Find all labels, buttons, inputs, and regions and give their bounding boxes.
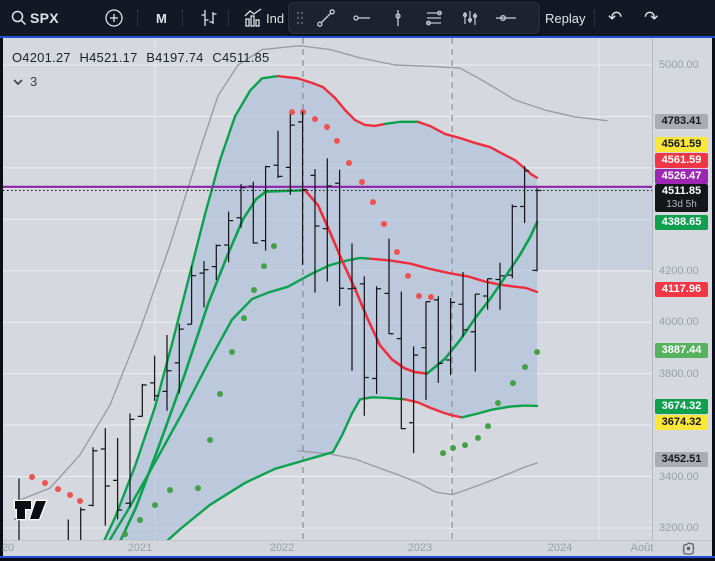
- band-fill: [104, 76, 537, 540]
- compare-add-icon[interactable]: [104, 0, 124, 36]
- bottom-accent-line: [0, 556, 715, 558]
- chart-area[interactable]: O4201.27 H4521.17 B4197.74 C4511.85 3: [3, 38, 652, 540]
- search-icon[interactable]: [10, 0, 28, 36]
- tradingview-logo[interactable]: [11, 495, 53, 528]
- hidden-indicator-count: 3: [30, 74, 38, 89]
- price-axis-label: 5000.00: [659, 59, 699, 71]
- current-price-badge: 4511.85 13d 5h: [655, 183, 708, 212]
- parallel-lines-icon[interactable]: [417, 4, 451, 32]
- price-badge: 3674.32: [655, 398, 708, 414]
- price-axis-label: 4000.00: [659, 316, 699, 329]
- toolbar-separator: [594, 9, 595, 27]
- horizontal-line-icon[interactable]: [345, 4, 379, 32]
- price-badge: 4526.47: [655, 168, 708, 184]
- price-badge: 3887.44: [655, 342, 708, 358]
- price-axis-label: 3800.00: [659, 367, 699, 380]
- settings-gear-icon[interactable]: [681, 541, 696, 561]
- bar-style-icon[interactable]: [198, 0, 220, 36]
- interval-button[interactable]: M: [156, 0, 167, 36]
- undo-icon[interactable]: ↶: [608, 0, 622, 36]
- indicator-collapse-row[interactable]: 3: [12, 74, 37, 89]
- time-axis-label: 2024: [547, 542, 573, 554]
- time-axis-label: 2022: [269, 542, 295, 554]
- price-badge: 4561.59: [655, 136, 708, 152]
- time-axis-label: 20: [1, 542, 15, 554]
- chevron-down-icon: [13, 78, 23, 85]
- toolbar-separator: [182, 9, 183, 27]
- price-badge: 4117.96: [655, 281, 708, 297]
- bar-countdown: 13d 5h: [666, 198, 697, 210]
- price-badge: 4561.59: [655, 152, 708, 168]
- ohlc-legend: O4201.27 H4521.17 B4197.74 C4511.85: [12, 50, 270, 65]
- indicators-icon[interactable]: [242, 0, 264, 36]
- price-badge: 4783.41: [655, 113, 708, 129]
- symbol-button[interactable]: SPX: [30, 0, 59, 36]
- top-toolbar: SPX M Ind Replay ↶ ↷: [0, 0, 715, 36]
- time-axis-label: 2023: [407, 542, 433, 554]
- time-axis[interactable]: 20 2021 2022 2023 2024 Août: [1, 540, 712, 556]
- drawing-toolbar: [288, 2, 540, 34]
- time-axis-label: Août: [630, 542, 654, 554]
- indicators-button[interactable]: Ind: [266, 0, 284, 36]
- bars-pattern-icon[interactable]: [453, 4, 487, 32]
- redo-icon[interactable]: ↷: [644, 0, 658, 36]
- price-badge: 3452.51: [655, 451, 708, 467]
- replay-button[interactable]: Replay: [545, 0, 585, 36]
- vertical-line-icon[interactable]: [381, 4, 415, 32]
- trend-line-icon[interactable]: [309, 4, 343, 32]
- drag-handle[interactable]: [293, 4, 307, 32]
- toolbar-separator: [228, 9, 229, 27]
- price-axis-label: 4200.00: [659, 264, 699, 277]
- toolbar-separator: [137, 9, 138, 27]
- price-axis-label: 3200.00: [659, 521, 699, 534]
- chart-plot: [3, 38, 652, 540]
- price-badge: 3674.32: [655, 414, 708, 430]
- price-badge: 4388.65: [655, 214, 708, 230]
- right-fill-strip: [537, 186, 652, 270]
- price-scale[interactable]: 5000.00 4200.00 4000.00 3800.00 3400.00 3200.…: [652, 38, 712, 540]
- line-outer-band-lower: [297, 450, 538, 496]
- tradingview-window: { "toolbar": { "symbol": "SPX", "interva…: [0, 0, 715, 560]
- horizontal-ray-icon[interactable]: [489, 4, 523, 32]
- price-axis-label: 3400.00: [659, 470, 699, 483]
- time-axis-label: 2021: [127, 542, 153, 554]
